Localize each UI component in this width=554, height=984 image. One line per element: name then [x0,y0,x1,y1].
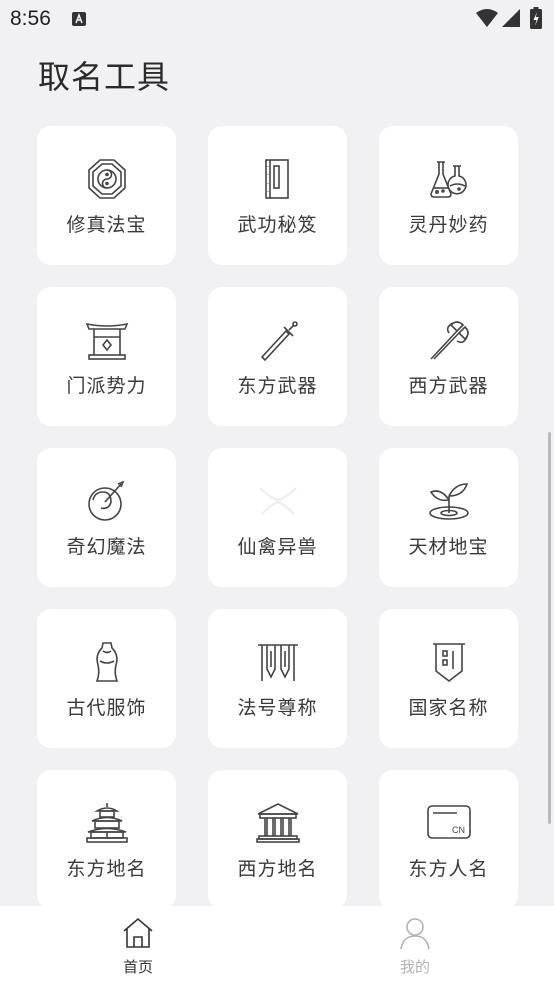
tool-card-fantasy-magic[interactable]: 奇幻魔法 [37,448,176,587]
nav-mine-label: 我的 [399,958,430,976]
tool-label: 法号尊称 [237,697,318,719]
tool-label: 仙禽异兽 [237,536,318,558]
tool-label: 奇幻魔法 [66,536,147,558]
tool-card-cultivation-treasure[interactable]: 修真法宝 [37,126,176,265]
book-icon [256,158,300,200]
tool-label: 门派势力 [66,375,147,397]
pagoda-icon [85,802,129,844]
tool-label: 武功秘笈 [237,214,318,236]
nav-mine[interactable]: 我的 [365,906,465,984]
national-flag-icon [427,641,471,683]
tool-card-ancient-clothing[interactable]: 古代服饰 [37,609,176,748]
mythical-beast-icon [256,480,300,522]
tool-label: 灵丹妙药 [408,214,489,236]
tool-card-sect-faction[interactable]: 门派势力 [37,287,176,426]
tool-label: 东方地名 [66,858,147,880]
tool-card-western-weapon[interactable]: 西方武器 [379,287,518,426]
home-icon [121,916,155,950]
tool-card-natural-treasure[interactable]: 天材地宝 [379,448,518,587]
tool-label: 古代服饰 [66,697,147,719]
tool-label: 国家名称 [408,697,489,719]
tool-card-eastern-place[interactable]: 东方地名 [37,770,176,909]
tool-card-eastern-weapon[interactable]: 东方武器 [208,287,347,426]
tool-card-western-place[interactable]: 西方地名 [208,770,347,909]
sect-gate-icon [85,319,129,361]
nav-home[interactable]: 首页 [88,906,188,984]
magic-orb-icon [85,480,129,522]
battery-icon [530,7,542,29]
status-time: 8:56 [10,7,51,30]
potion-flasks-icon [427,158,471,200]
id-card-icon: CN [427,802,471,844]
battle-axe-icon [427,319,471,361]
tool-card-country-name[interactable]: 国家名称 [379,609,518,748]
sprout-icon [427,480,471,522]
user-icon [398,916,432,950]
tool-label: 天材地宝 [408,536,489,558]
bottom-nav: 首页 我的 [0,906,554,984]
nav-home-label: 首页 [122,958,153,976]
page-title: 取名工具 [38,58,171,96]
banner-icon [256,641,300,683]
tool-card-elixir[interactable]: 灵丹妙药 [379,126,518,265]
tool-card-eastern-person-name[interactable]: CN 东方人名 [379,770,518,909]
signal-icon [502,9,520,27]
qipao-icon [85,641,129,683]
sword-icon [256,319,300,361]
wifi-icon [476,9,498,27]
tool-card-title-honorific[interactable]: 法号尊称 [208,609,347,748]
status-bar: 8:56 [0,0,554,38]
tool-label: 东方人名 [408,858,489,880]
tool-label: 修真法宝 [66,214,147,236]
id-card-badge: CN [452,825,465,835]
tool-label: 西方地名 [237,858,318,880]
tool-card-mythical-beast[interactable]: 仙禽异兽 [208,448,347,587]
tool-label: 东方武器 [237,375,318,397]
tool-label: 西方武器 [408,375,489,397]
notification-icon [72,11,86,26]
temple-columns-icon [256,802,300,844]
bagua-icon [85,158,129,200]
tool-grid: 修真法宝 武功秘笈 灵丹妙药 门派势力 东方武器 西方武器 奇幻魔法 仙禽异兽 … [37,126,518,909]
tool-card-martial-arts-manual[interactable]: 武功秘笈 [208,126,347,265]
scrollbar[interactable] [548,432,551,824]
